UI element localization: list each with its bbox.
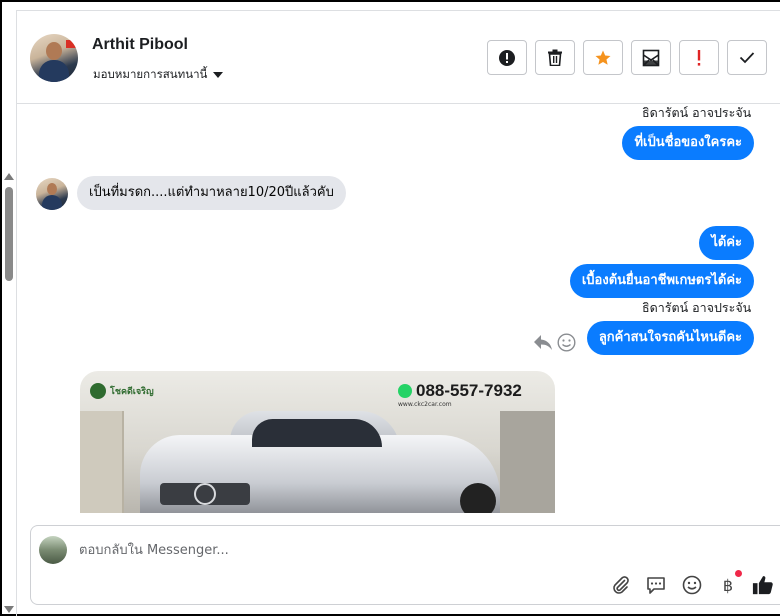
mark-unread-button[interactable] <box>631 40 671 75</box>
image-phone-number: 088-557-7932 <box>398 381 522 401</box>
reply-composer: ฿ <box>30 525 780 605</box>
mark-done-button[interactable] <box>727 40 767 75</box>
envelope-icon <box>642 49 660 66</box>
scroll-up-arrow-icon[interactable] <box>4 173 14 180</box>
notification-dot <box>735 570 742 577</box>
checkmark-icon <box>739 52 755 64</box>
message-bubble-outgoing[interactable]: ลูกค้าสนใจรถคันไหนดีคะ <box>586 321 754 355</box>
exclamation-icon <box>697 49 701 66</box>
conversation-header: Arthit Pibool มอบหมายการสนทนานี้ <box>17 11 780 104</box>
scroll-down-arrow-icon[interactable] <box>4 606 14 613</box>
alert-circle-icon <box>499 49 515 66</box>
star-button[interactable] <box>583 40 623 75</box>
assign-conversation-dropdown[interactable]: มอบหมายการสนทนานี้ <box>93 66 224 84</box>
trash-icon <box>548 49 562 66</box>
emoji-icon[interactable] <box>681 574 703 596</box>
reply-input[interactable] <box>79 538 579 562</box>
image-website: www.ckc2car.com <box>398 401 452 408</box>
scrollbar-thumb[interactable] <box>5 187 13 281</box>
sender-name: ธิดารัตน์ อาจประจัน <box>642 105 752 120</box>
logo-mark-icon <box>90 383 106 399</box>
contact-name[interactable]: Arthit Pibool <box>92 36 188 54</box>
report-button[interactable] <box>487 40 527 75</box>
message-image-attachment[interactable]: โชคดีเจริญ 088-557-7932 www.ckc2car.com <box>80 371 555 513</box>
sender-name: ธิดารัตน์ อาจประจัน <box>642 300 752 315</box>
saved-replies-icon[interactable] <box>645 574 667 596</box>
avatar[interactable] <box>36 178 68 210</box>
thumbs-up-icon[interactable] <box>752 574 774 596</box>
message-bubble-outgoing[interactable]: ได้ค่ะ <box>699 226 754 260</box>
assign-label: มอบหมายการสนทนานี้ <box>93 67 208 81</box>
star-icon <box>595 50 611 65</box>
avatar <box>39 536 67 564</box>
emoji-react-icon[interactable] <box>557 333 576 356</box>
mark-spam-button[interactable] <box>679 40 719 75</box>
delete-button[interactable] <box>535 40 575 75</box>
message-bubble-outgoing[interactable]: ที่เป็นชื่อของใครคะ <box>622 126 754 160</box>
reply-icon[interactable] <box>533 333 553 355</box>
message-bubble-outgoing[interactable]: เบื้องต้นยื่นอาชีพเกษตรได้ค่ะ <box>569 264 754 298</box>
avatar[interactable] <box>30 34 78 82</box>
chevron-down-icon <box>213 72 224 78</box>
dealer-logo: โชคดีเจริญ <box>90 383 154 399</box>
attach-icon[interactable] <box>610 574 632 596</box>
payment-icon[interactable]: ฿ <box>717 574 739 596</box>
message-bubble-incoming[interactable]: เป็นที่มรดก....แต่ทำมาหลาย10/20ปีแล้วคับ <box>77 176 346 210</box>
whatsapp-icon <box>398 384 412 398</box>
